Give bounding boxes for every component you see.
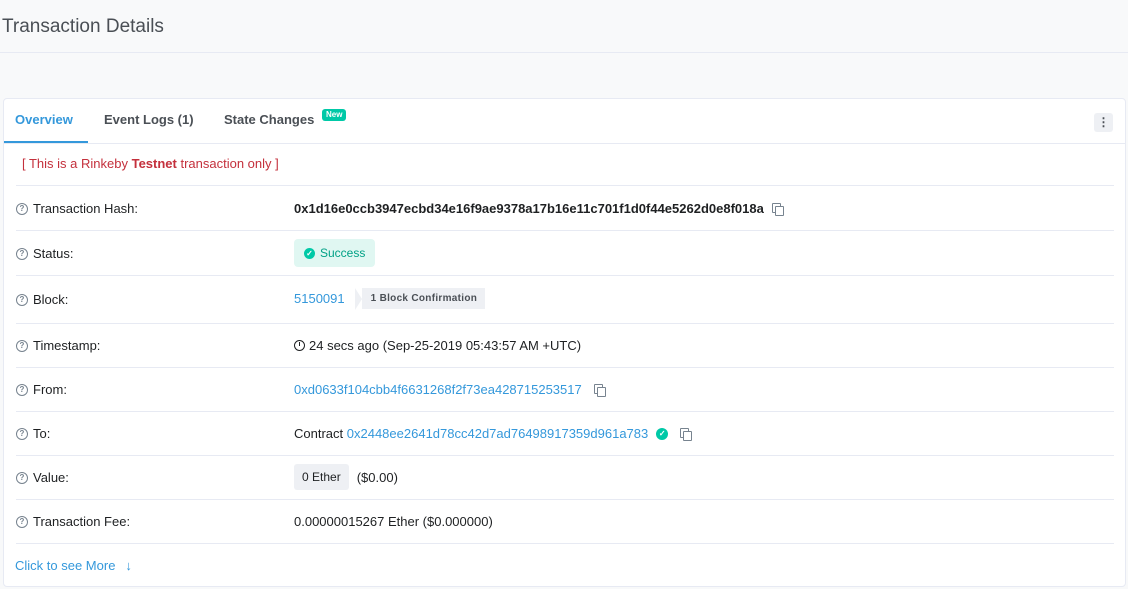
row-value: ? Value: 0 Ether ($0.00): [16, 456, 1114, 500]
page-title: Transaction Details: [2, 16, 164, 37]
see-more-label: Click to see More: [15, 558, 116, 573]
copy-icon[interactable]: [680, 427, 693, 441]
status-text: Success: [320, 246, 366, 260]
tab-state-changes[interactable]: State Changes: [224, 112, 314, 127]
row-to: ? To: Contract 0x2448ee2641d78cc42d7ad764…: [16, 412, 1114, 456]
row-transaction-fee: ? Transaction Fee: 0.00000015267 Ether ($…: [16, 500, 1114, 544]
block-label: Block:: [33, 292, 69, 307]
copy-icon[interactable]: [593, 383, 606, 397]
row-timestamp: ? Timestamp: 24 secs ago (Sep-25-2019 05:…: [16, 324, 1114, 368]
row-label: ? Transaction Fee:: [16, 514, 130, 529]
row-label: ? To:: [16, 426, 50, 441]
row-transaction-hash: ? Transaction Hash: 0x1d16e0ccb3947ecbd34…: [16, 185, 1114, 231]
row-value: 5150091 1 Block Confirmation: [294, 288, 486, 310]
help-icon[interactable]: ?: [16, 427, 28, 440]
active-tab-indicator: [4, 141, 88, 143]
row-label: ? Transaction Hash:: [16, 201, 138, 216]
from-label: From:: [33, 382, 67, 397]
help-icon[interactable]: ?: [16, 471, 28, 484]
verified-check-icon: ✓: [656, 427, 669, 440]
help-icon[interactable]: ?: [16, 339, 28, 352]
row-status: ? Status: ✓ Success: [16, 230, 1114, 276]
transaction-card: Overview Event Logs (1) State Changes Ne…: [3, 98, 1126, 587]
row-value: Contract 0x2448ee2641d78cc42d7ad76498917…: [294, 426, 693, 441]
row-label: ? Block:: [16, 292, 68, 307]
status-badge: ✓ Success: [294, 239, 376, 267]
status-label: Status:: [33, 246, 74, 261]
row-block: ? Block: 5150091 1 Block Confirmation: [16, 276, 1114, 324]
notice-suffix: transaction only ]: [176, 156, 279, 171]
row-from: ? From: 0xd0633f104cbb4f6631268f2f73ea428…: [16, 368, 1114, 412]
row-value: ✓ Success: [294, 239, 376, 267]
usd-value: ($0.00): [356, 469, 398, 485]
transaction-hash-label: Transaction Hash:: [33, 201, 139, 216]
row-value: 0x1d16e0ccb3947ecbd34e16f9ae9378a17b16e1…: [294, 201, 784, 216]
from-address-link[interactable]: 0xd0633f104cbb4f6631268f2f73ea4287152535…: [294, 382, 582, 397]
tab-event-logs[interactable]: Event Logs (1): [104, 112, 194, 127]
transaction-fee-label: Transaction Fee:: [33, 514, 131, 529]
row-value: 0 Ether ($0.00): [294, 464, 398, 490]
help-icon[interactable]: ?: [16, 515, 28, 528]
check-circle-icon: ✓: [304, 247, 315, 259]
row-value: 24 secs ago (Sep-25-2019 05:43:57 AM +UT…: [294, 338, 581, 353]
new-badge: New: [322, 109, 347, 121]
block-number-link[interactable]: 5150091: [294, 291, 345, 306]
ether-amount-badge: 0 Ether: [294, 464, 349, 490]
contract-prefix: Contract: [294, 426, 344, 441]
row-value: 0xd0633f104cbb4f6631268f2f73ea4287152535…: [294, 382, 606, 397]
tab-overview[interactable]: Overview: [15, 112, 73, 127]
transaction-hash-value: 0x1d16e0ccb3947ecbd34e16f9ae9378a17b16e1…: [294, 201, 764, 216]
page-header: Transaction Details: [0, 0, 1128, 53]
transaction-fee-value: 0.00000015267 Ether ($0.000000): [294, 514, 493, 529]
row-label: ? Timestamp:: [16, 338, 100, 353]
copy-icon[interactable]: [771, 202, 784, 216]
testnet-notice: [ This is a Rinkeby Testnet transaction …: [22, 156, 279, 171]
help-icon[interactable]: ?: [16, 383, 28, 396]
tab-bar: Overview Event Logs (1) State Changes Ne…: [4, 99, 1125, 144]
row-label: ? Value:: [16, 470, 69, 485]
to-label: To:: [33, 426, 51, 441]
timestamp-value: 24 secs ago (Sep-25-2019 05:43:57 AM +UT…: [309, 338, 582, 353]
row-label: ? Status:: [16, 246, 73, 261]
notice-bold: Testnet: [131, 156, 177, 171]
help-icon[interactable]: ?: [16, 293, 28, 306]
help-icon[interactable]: ?: [16, 202, 28, 215]
block-confirmation-badge: 1 Block Confirmation: [354, 288, 486, 310]
row-label: ? From:: [16, 382, 67, 397]
help-icon[interactable]: ?: [16, 247, 28, 260]
more-options-button[interactable]: ⋮: [1094, 113, 1113, 132]
notice-prefix: [ This is a Rinkeby: [22, 156, 132, 171]
clock-icon: [294, 340, 305, 351]
to-address-link[interactable]: 0x2448ee2641d78cc42d7ad76498917359d961a7…: [347, 426, 648, 441]
timestamp-label: Timestamp:: [33, 338, 101, 353]
see-more-link[interactable]: Click to see More ↓: [15, 558, 132, 573]
row-value: 0.00000015267 Ether ($0.000000): [294, 514, 493, 529]
arrow-down-icon: ↓: [125, 558, 132, 573]
value-label: Value:: [33, 470, 69, 485]
